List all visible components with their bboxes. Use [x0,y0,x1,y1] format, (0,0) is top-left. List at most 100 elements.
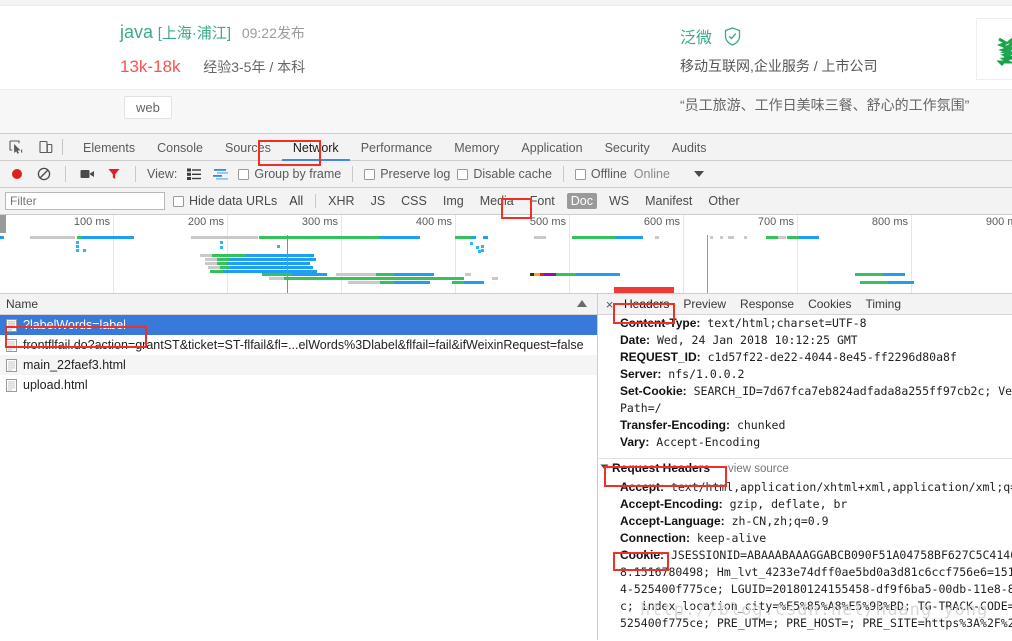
load-event-marker [707,235,708,293]
tab-network[interactable]: Network [282,134,350,161]
tab-application[interactable]: Application [510,134,593,161]
header-value: nfs/1.0.0.2 [661,367,745,381]
chevron-down-icon[interactable] [600,464,609,470]
filter-type-xhr[interactable]: XHR [324,193,358,209]
header-server: Server: nfs/1.0.0.2 [598,366,1012,383]
header-name: Date: [620,333,651,347]
detail-tab-response[interactable]: Response [733,297,801,311]
filter-type-img[interactable]: Img [439,193,468,209]
detail-tab-cookies[interactable]: Cookies [801,297,858,311]
checkbox-box [364,168,376,180]
header-value: chunked [730,418,786,432]
tab-sources[interactable]: Sources [214,134,282,161]
disable-cache-checkbox[interactable]: Disable cache [457,167,552,181]
header-name: Vary: [620,435,650,449]
clear-icon[interactable] [34,164,54,184]
filter-type-doc[interactable]: Doc [566,193,597,209]
device-toolbar-icon[interactable] [36,137,56,157]
header-value: keep-alive [690,531,767,545]
header-value: JSESSIONID=ABAAABAAAGGABCB090F51A04758BF… [664,548,1012,562]
job-salary-line: 13k-18k 经验3-5年 / 本科 [120,57,305,77]
timeline-tick-800: 800 ms [871,216,908,228]
job-title: java [120,22,154,42]
offline-checkbox[interactable]: Offline [574,167,627,181]
timeline-tick-500: 500 ms [529,216,566,228]
column-header-name[interactable]: Name [6,297,38,311]
timeline-tick-700: 700 ms [757,216,794,228]
detail-tab-bar: × Headers Preview Response Cookies Timin… [598,294,1012,315]
filter-type-js[interactable]: JS [367,193,390,209]
chevron-down-icon[interactable] [693,171,704,177]
filter-icon[interactable] [104,164,124,184]
checkbox-box [238,168,250,180]
header-value: gzip, deflate, br [722,497,848,511]
request-list-header: Name [0,294,597,315]
header-value: SEARCH_ID=7d67fca7eb824adfada8a255ff97cb… [686,384,1012,398]
network-filter-row: Hide data URLs All XHR JS CSS Img Media … [0,188,1012,215]
request-row-upload-html[interactable]: upload.html [0,375,597,395]
filter-type-media[interactable]: Media [476,193,518,209]
filter-type-all[interactable]: All [285,193,307,209]
request-name: main_22faef3.html [23,358,126,372]
filter-type-css[interactable]: CSS [397,193,431,209]
hide-data-urls-checkbox[interactable]: Hide data URLs [173,194,277,208]
request-name: frontflfail.do?action=grantST&ticket=ST-… [23,338,584,352]
document-icon [6,378,17,392]
filter-type-font[interactable]: Font [526,193,559,209]
detail-tab-headers[interactable]: Headers [617,297,676,311]
company-logo-icon [976,18,1012,80]
preserve-log-label: Preserve log [380,167,451,181]
view-waterfall-icon[interactable] [211,164,231,184]
header-value: Wed, 24 Jan 2018 10:12:25 GMT [650,333,858,347]
job-publish-time: 09:22发布 [241,25,305,41]
detail-tab-preview[interactable]: Preview [676,297,733,311]
view-source-link[interactable]: view source [728,463,789,475]
tab-console[interactable]: Console [146,134,214,161]
throttling-value[interactable]: Online [634,167,670,181]
request-row-label-words[interactable]: ?labelWords=label [0,315,597,335]
header-cookie: Cookie: JSESSIONID=ABAAABAAAGGABCB090F51… [598,547,1012,564]
request-name: upload.html [23,378,88,392]
capture-screenshots-icon[interactable] [77,164,97,184]
tab-audits[interactable]: Audits [661,134,718,161]
request-row-main-html[interactable]: main_22faef3.html [0,355,597,375]
header-accept: Accept: text/html,application/xhtml+xml,… [598,479,1012,496]
disable-cache-label: Disable cache [473,167,552,181]
sort-ascending-icon[interactable] [577,300,587,307]
view-list-icon[interactable] [184,164,204,184]
company-name-line[interactable]: 泛微 [680,24,741,51]
request-headers-section-title[interactable]: Request Headers view source [598,458,1012,479]
header-value: Path=/ [620,401,662,415]
job-tag-web[interactable]: web [124,96,172,119]
header-name: Content-Type: [620,316,701,330]
cookie-continuation-line: 4-525400f775ce; LGUID=20180124155458-df9… [620,582,1012,596]
header-name: Transfer-Encoding: [620,418,731,432]
job-title-line: java [上海·浦江] 09:22发布 [120,22,305,43]
header-content-type: Content-Type: text/html;charset=UTF-8 [598,315,1012,332]
preserve-log-checkbox[interactable]: Preserve log [364,167,450,181]
filter-type-other[interactable]: Other [704,193,743,209]
overview-left-handle[interactable] [0,215,6,233]
tab-performance[interactable]: Performance [350,134,444,161]
header-value: Accept-Encoding [649,435,761,449]
tab-elements[interactable]: Elements [72,134,146,161]
close-icon[interactable]: × [602,298,617,311]
record-icon[interactable] [7,164,27,184]
company-name: 泛微 [680,30,713,47]
request-row-frontflfail[interactable]: frontflfail.do?action=grantST&ticket=ST-… [0,335,597,355]
cookie-continuation-line: 8.1516780498; Hm_lvt_4233e74dff0ae5bd0a3… [620,565,1012,579]
watermark: http://blog.csdn.net/huang_yong [640,600,989,620]
filter-type-manifest[interactable]: Manifest [641,193,696,209]
tab-memory[interactable]: Memory [443,134,510,161]
document-icon [6,338,17,352]
header-name: Set-Cookie: [620,384,687,398]
network-split-view: Name ?labelWords=label frontflfail.do?ac… [0,294,1012,640]
group-by-frame-checkbox[interactable]: Group by frame [238,167,341,181]
filter-type-ws[interactable]: WS [605,193,633,209]
overview-selection-highlight [614,287,674,293]
network-overview-timeline[interactable]: 100 ms 200 ms 300 ms 400 ms 500 ms 600 m… [0,215,1012,294]
inspect-element-icon[interactable] [6,137,26,157]
tab-security[interactable]: Security [594,134,661,161]
filter-input[interactable] [5,192,165,210]
detail-tab-timing[interactable]: Timing [858,297,908,311]
